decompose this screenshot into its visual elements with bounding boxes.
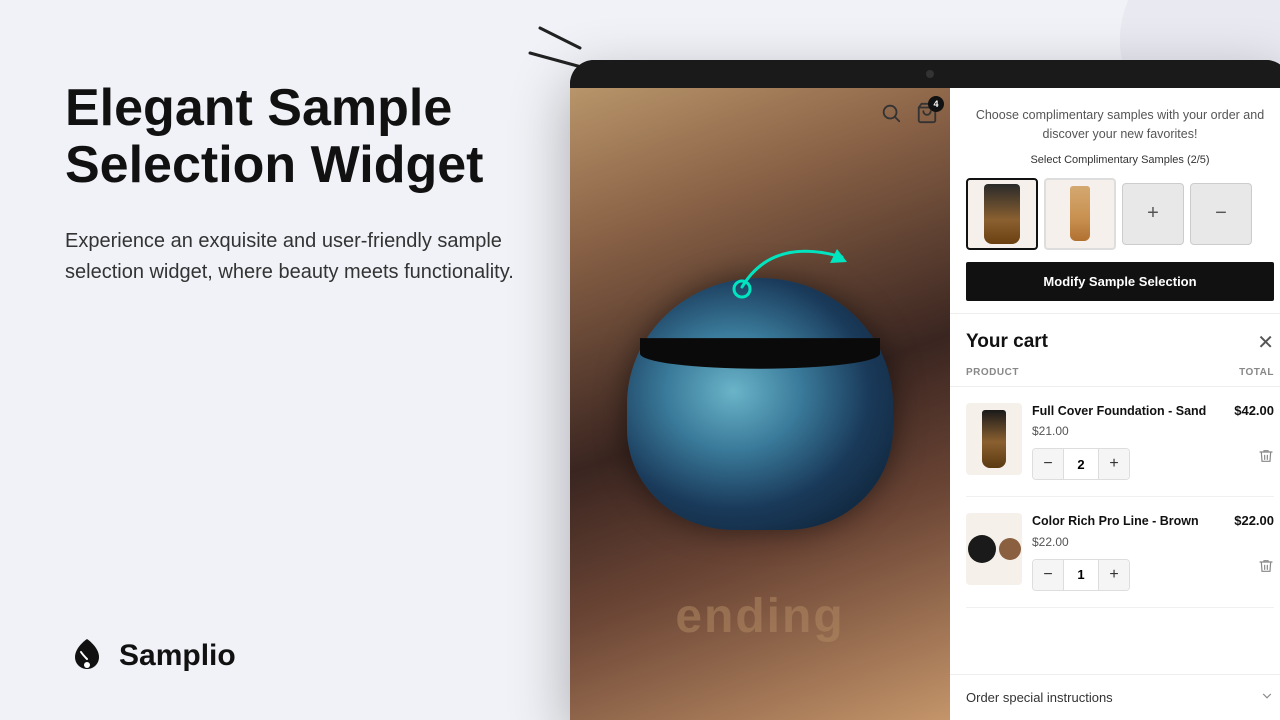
product-2-jar (999, 538, 1021, 560)
cart-section: Your cart ✕ PRODUCT TOTAL Full Cover Fou… (950, 314, 1280, 720)
cart-item-1-right: $42.00 (1234, 403, 1274, 469)
sample-add-button[interactable]: + (1122, 183, 1184, 245)
cart-item-2-image (966, 513, 1022, 585)
chevron-down-icon (1260, 689, 1274, 706)
sample-product-1-image (984, 184, 1020, 244)
modify-sample-button[interactable]: Modify Sample Selection (966, 262, 1274, 301)
annotation-arrow (722, 227, 862, 307)
order-instructions[interactable]: Order special instructions (950, 674, 1280, 720)
trending-text: ending (570, 589, 950, 644)
sample-header: Choose complimentary samples with your o… (950, 88, 1280, 314)
cart-badge-count: 4 (928, 96, 944, 112)
delete-item-2-button[interactable] (1258, 558, 1274, 579)
order-instructions-label: Order special instructions (966, 690, 1113, 705)
cart-item-1-price: $21.00 (1032, 424, 1224, 438)
sample-thumbnails: + − (966, 178, 1274, 250)
tablet-content: ending 4 (570, 88, 1280, 720)
qty-increase-button-1[interactable]: + (1099, 449, 1129, 479)
product-column-header: PRODUCT (966, 367, 1019, 378)
cart-items: Full Cover Foundation - Sand $21.00 − 2 … (950, 387, 1280, 675)
cart-item-2-right: $22.00 (1234, 513, 1274, 579)
logo-text: Samplio (119, 639, 236, 673)
qty-decrease-button-1[interactable]: − (1033, 449, 1063, 479)
delete-item-1-button[interactable] (1258, 448, 1274, 469)
cart-title: Your cart (966, 331, 1048, 353)
cart-item-1-qty-control: − 2 + (1032, 448, 1130, 480)
plus-icon: + (1147, 202, 1159, 225)
right-panel: Choose complimentary samples with your o… (950, 88, 1280, 720)
qty-value-2: 1 (1063, 560, 1099, 590)
sample-header-text: Choose complimentary samples with your o… (966, 106, 1274, 144)
hero-description: Experience an exquisite and user-friendl… (65, 226, 520, 288)
minus-icon: − (1215, 202, 1227, 225)
eye-lashes (640, 338, 879, 368)
cart-icon[interactable]: 4 (916, 102, 938, 130)
cart-item-2-qty-control: − 1 + (1032, 559, 1130, 591)
qty-decrease-button-2[interactable]: − (1033, 560, 1063, 590)
cart-item-1-total: $42.00 (1234, 403, 1274, 418)
sample-product-2-image (1070, 186, 1090, 241)
cart-column-headers: PRODUCT TOTAL (950, 363, 1280, 387)
hero-title: Elegant Sample Selection Widget (65, 80, 520, 194)
product-2-visual (968, 535, 1021, 563)
logo-icon (65, 631, 109, 680)
cart-item-2-price: $22.00 (1032, 535, 1224, 549)
cart-item-1-name: Full Cover Foundation - Sand (1032, 403, 1224, 421)
store-icons: 4 (880, 102, 938, 130)
cart-item-2-total: $22.00 (1234, 513, 1274, 528)
sample-thumb-2[interactable] (1044, 178, 1116, 250)
tablet-frame: ending 4 (570, 60, 1280, 720)
sample-remove-button[interactable]: − (1190, 183, 1252, 245)
cart-item-1-info: Full Cover Foundation - Sand $21.00 − 2 … (1032, 403, 1224, 481)
product-image-area: ending 4 (570, 88, 950, 720)
cart-close-button[interactable]: ✕ (1257, 330, 1274, 355)
cart-item-1-image (966, 403, 1022, 475)
search-icon[interactable] (880, 102, 902, 130)
qty-value-1: 2 (1063, 449, 1099, 479)
left-section: Elegant Sample Selection Widget Experien… (0, 0, 570, 720)
product-2-circle (968, 535, 996, 563)
product-1-visual (982, 410, 1006, 468)
tablet-top-bar (570, 60, 1280, 88)
sample-thumb-1[interactable] (966, 178, 1038, 250)
sample-subtext: Select Complimentary Samples (2/5) (966, 154, 1274, 166)
eye-detail (627, 278, 893, 531)
cart-header: Your cart ✕ (950, 314, 1280, 363)
logo-area: Samplio (65, 631, 520, 680)
cart-item-2-name: Color Rich Pro Line - Brown (1032, 513, 1224, 531)
cart-item-2-info: Color Rich Pro Line - Brown $22.00 − 1 + (1032, 513, 1224, 591)
cart-item: Color Rich Pro Line - Brown $22.00 − 1 +… (966, 497, 1274, 608)
total-column-header: TOTAL (1239, 367, 1274, 378)
qty-increase-button-2[interactable]: + (1099, 560, 1129, 590)
tablet-camera (926, 70, 934, 78)
cart-item: Full Cover Foundation - Sand $21.00 − 2 … (966, 387, 1274, 498)
